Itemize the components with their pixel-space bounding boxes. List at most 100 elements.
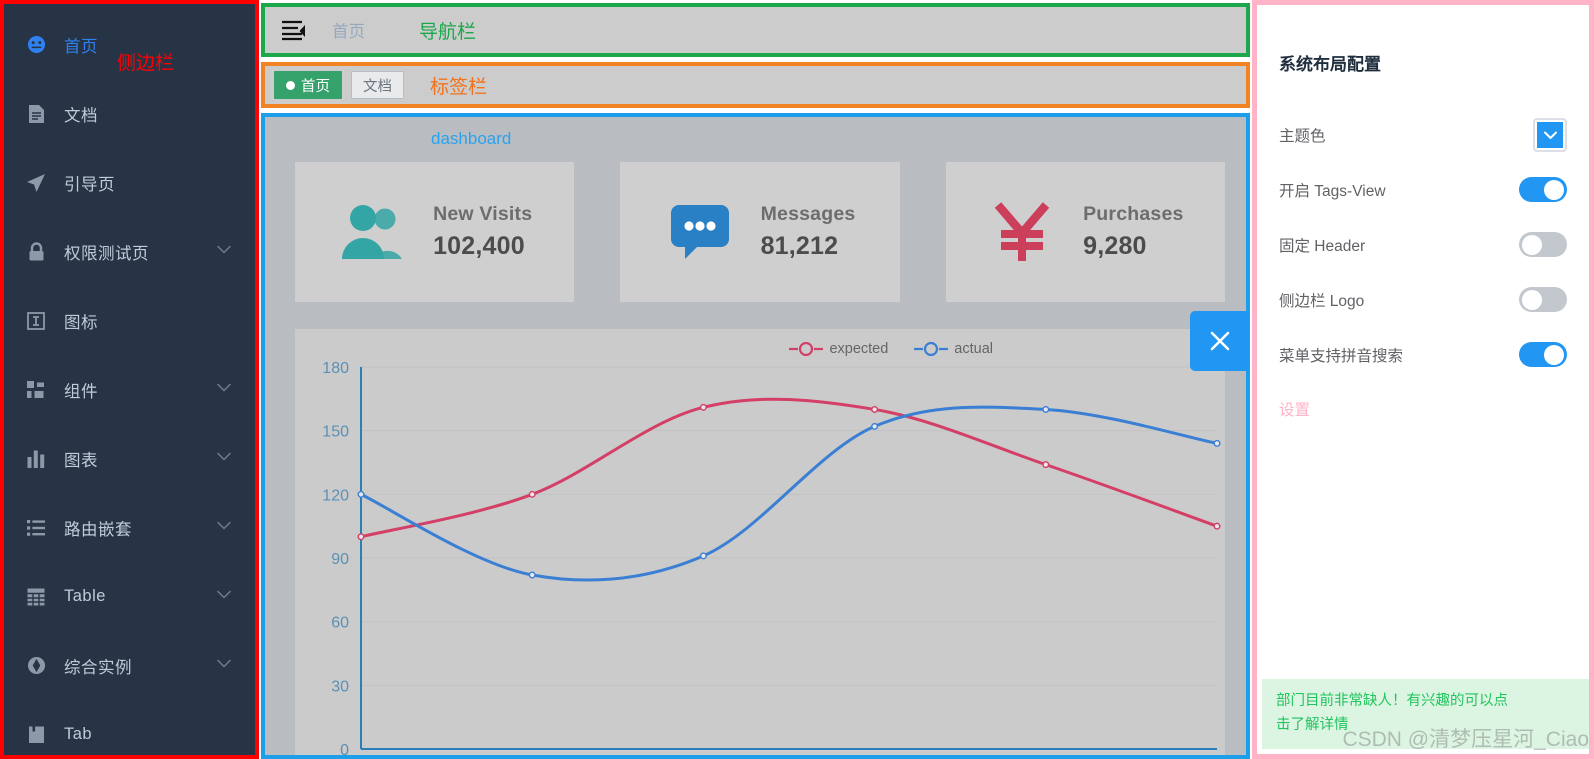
navbar-annotation: 导航栏	[419, 21, 477, 43]
sidebar: 首页 文档 引导页 权限测试页 图标 组件 图表 路由嵌套 Table 综合实例 Tab 侧边栏	[0, 0, 259, 759]
sidebar-item-label: 路由嵌套	[64, 520, 132, 539]
sidebar-item-label: 综合实例	[64, 658, 132, 677]
stat-card-value: 9,280	[1083, 232, 1147, 260]
hamburger-collapse-icon[interactable]	[280, 18, 306, 42]
sidebar-item-label: Table	[64, 587, 106, 605]
chart-icon	[24, 448, 48, 470]
app-root: 首页 文档 引导页 权限测试页 图标 组件 图表 路由嵌套 Table 综合实例 Tab 侧边栏 首…	[0, 0, 1594, 759]
tag-item-1[interactable]: 首页	[274, 71, 342, 99]
tag-label: 文档	[363, 78, 392, 95]
dashboard-title: dashboard	[431, 129, 512, 148]
stat-card-text: Messages 81,212	[761, 203, 856, 261]
line-chart-panel: expected actual 0 30 60 90 120 150 180	[295, 329, 1225, 759]
chevron-down-icon[interactable]	[217, 590, 231, 604]
setting-toggle[interactable]	[1519, 177, 1567, 202]
settings-link[interactable]: 设置	[1279, 398, 1567, 420]
sidebar-item-label: 引导页	[64, 175, 115, 194]
sidebar-item-2[interactable]: 文档	[4, 79, 255, 148]
sidebar-item-label: 组件	[64, 382, 98, 401]
chart-point-expected	[1042, 461, 1050, 469]
chart-point-actual	[1213, 439, 1221, 447]
stat-card-1[interactable]: New Visits 102,400	[295, 162, 575, 302]
toggle-knob	[1544, 344, 1564, 365]
chart-point-expected	[871, 405, 879, 413]
settings-panel: 系统布局配置 主题色 开启 Tags-View 固定 Header 侧边栏 Logo…	[1252, 0, 1594, 759]
chevron-down-icon	[1537, 121, 1563, 148]
sidebar-item-5[interactable]: 图标	[4, 286, 255, 355]
y-axis-tick-label: 180	[322, 360, 349, 377]
setting-toggle[interactable]	[1519, 342, 1567, 367]
y-axis-tick-label: 30	[331, 678, 349, 695]
chevron-down-icon[interactable]	[217, 521, 231, 535]
chevron-down-icon[interactable]	[217, 659, 231, 673]
setting-rows: 开启 Tags-View 固定 Header 侧边栏 Logo 菜单支持拼音搜索	[1279, 162, 1567, 382]
table-icon	[24, 586, 48, 608]
chart-point-actual	[528, 571, 536, 579]
sidebar-item-7[interactable]: 图表	[4, 424, 255, 493]
tag-label: 首页	[301, 78, 330, 95]
main-content: dashboard New Visits 102,400 Messages 81,21…	[261, 113, 1250, 759]
chart-point-expected	[699, 403, 707, 411]
sidebar-item-label: 权限测试页	[64, 244, 149, 263]
stat-card-name: New Visits	[433, 203, 533, 225]
chevron-down-icon[interactable]	[217, 383, 231, 397]
y-axis-tick-label: 150	[322, 424, 349, 441]
lock-icon	[24, 241, 48, 263]
stat-cards: New Visits 102,400 Messages 81,212 Purchases…	[295, 162, 1225, 302]
settings-title: 系统布局配置	[1279, 55, 1381, 74]
setting-label: 菜单支持拼音搜索	[1279, 347, 1404, 365]
message-icon	[665, 197, 735, 267]
chart-point-actual	[699, 552, 707, 560]
stat-card-text: New Visits 102,400	[433, 203, 532, 261]
y-axis-tick-label: 60	[331, 615, 349, 632]
stat-card-text: Purchases 9,280	[1083, 203, 1183, 261]
setting-toggle[interactable]	[1519, 287, 1567, 312]
component-icon	[24, 379, 48, 401]
dashboard-icon	[24, 34, 48, 56]
chart-point-expected	[1213, 522, 1221, 530]
stat-card-3[interactable]: Purchases 9,280	[945, 162, 1225, 302]
sidebar-menu: 首页 文档 引导页 权限测试页 图标 组件 图表 路由嵌套 Table 综合实例 Tab	[4, 4, 255, 755]
stat-card-value: 81,212	[760, 232, 839, 260]
stat-card-name: Purchases	[1083, 203, 1184, 225]
chart-series-expected	[359, 397, 1219, 539]
setting-row-theme-color: 主题色	[1279, 107, 1567, 162]
sidebar-item-3[interactable]: 引导页	[4, 148, 255, 217]
sidebar-item-8[interactable]: 路由嵌套	[4, 493, 255, 562]
tag-item-2[interactable]: 文档	[351, 71, 404, 99]
breadcrumb[interactable]: 首页	[332, 18, 365, 42]
sidebar-item-11[interactable]: Tab	[4, 700, 255, 755]
sidebar-item-10[interactable]: 综合实例	[4, 631, 255, 700]
stat-card-value: 102,400	[433, 232, 525, 260]
tab-icon	[24, 724, 48, 746]
yuan-icon	[987, 197, 1057, 267]
y-axis-tick-label: 90	[331, 551, 349, 568]
theme-color-swatch[interactable]	[1533, 117, 1567, 152]
toggle-knob	[1522, 234, 1542, 255]
sidebar-item-4[interactable]: 权限测试页	[4, 217, 255, 286]
sidebar-item-label: 图标	[64, 313, 98, 332]
navbar: 首页 导航栏	[261, 3, 1250, 57]
sidebar-item-label: 图表	[64, 451, 98, 470]
chart-point-expected	[357, 533, 365, 541]
sidebar-annotation: 侧边栏	[117, 53, 175, 74]
main-bottom-border	[261, 755, 1250, 759]
chart-point-actual	[357, 490, 365, 498]
nested-icon	[24, 517, 48, 539]
sidebar-item-6[interactable]: 组件	[4, 355, 255, 424]
stat-card-2[interactable]: Messages 81,212	[620, 162, 900, 302]
sidebar-item-label: Tab	[64, 725, 93, 743]
close-icon[interactable]	[1190, 311, 1250, 371]
notice-banner: 部门目前非常缺人！有兴趣的可以点 击了解详情	[1262, 679, 1589, 749]
notice-line-2: 击了解详情	[1276, 717, 1349, 733]
chart-point-actual	[871, 422, 879, 430]
example-icon	[24, 655, 48, 677]
setting-row-1: 开启 Tags-View	[1279, 162, 1567, 217]
setting-toggle[interactable]	[1519, 232, 1567, 257]
setting-row-2: 固定 Header	[1279, 217, 1567, 272]
setting-row-3: 侧边栏 Logo	[1279, 272, 1567, 327]
stat-card-name: Messages	[760, 203, 856, 225]
chevron-down-icon[interactable]	[217, 245, 231, 259]
chevron-down-icon[interactable]	[217, 452, 231, 466]
sidebar-item-9[interactable]: Table	[4, 562, 255, 631]
